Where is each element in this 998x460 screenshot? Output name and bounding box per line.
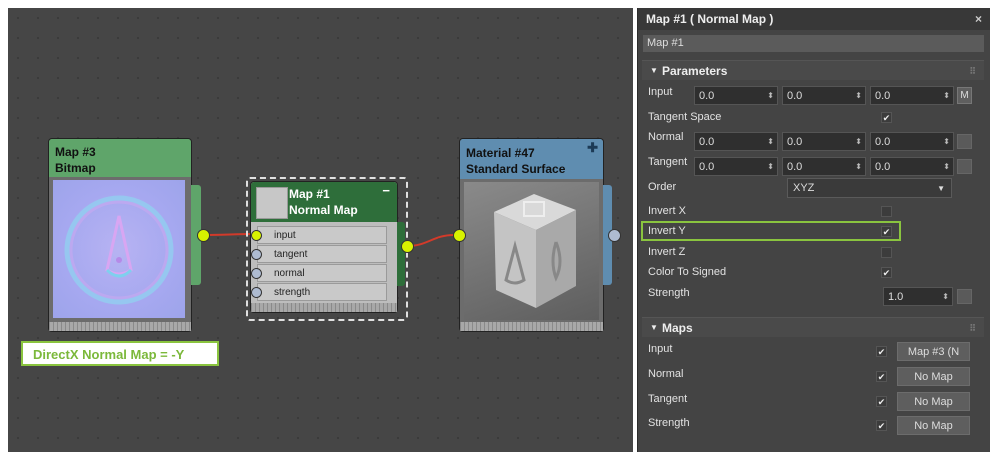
slot-normal[interactable]: normal <box>251 264 387 282</box>
maps-input-checkbox[interactable]: ✔ <box>876 346 887 357</box>
maps-strength-button[interactable]: No Map <box>897 416 970 435</box>
tangent-label: Tangent <box>648 156 688 168</box>
input-label: Input <box>648 86 673 98</box>
normal-map-node-footer <box>251 303 397 312</box>
normal-z-spinner[interactable]: 0.0 ⬍ <box>870 132 954 151</box>
plus-icon[interactable]: ✚ <box>587 140 598 156</box>
color-to-signed-label: Color To Signed <box>648 266 727 278</box>
maps-normal-label: Normal <box>648 368 684 380</box>
parameters-header-label: Parameters <box>662 64 728 78</box>
wire-normal-to-material <box>406 234 455 247</box>
order-value: XYZ <box>793 182 815 194</box>
slot-input[interactable]: input <box>251 226 387 244</box>
tangent-z-spinner[interactable]: 0.0 ⬍ <box>870 157 954 176</box>
normal-label: Normal <box>648 131 684 143</box>
tangent-map-slot-button[interactable] <box>957 159 972 174</box>
maps-tangent-checkbox[interactable]: ✔ <box>876 396 887 407</box>
slot-input-label: input <box>274 230 296 241</box>
normal-x-spinner[interactable]: 0.0 ⬍ <box>694 132 778 151</box>
collapse-icon[interactable]: − <box>382 183 390 198</box>
bitmap-output-port[interactable] <box>197 229 210 242</box>
maps-tangent-label: Tangent <box>648 393 688 405</box>
slot-normal-label: normal <box>274 268 305 279</box>
close-icon[interactable]: × <box>975 8 982 30</box>
material-preview <box>464 182 599 320</box>
input-z-spinner[interactable]: 0.0 ⬍ <box>870 86 954 105</box>
map-m-button[interactable]: M <box>957 87 972 104</box>
input-y-spinner[interactable]: 0.0 ⬍ <box>782 86 866 105</box>
invert-y-label: Invert Y <box>648 225 686 237</box>
parameters-rollout-header[interactable]: ▼ Parameters ⠿ <box>642 60 984 80</box>
invert-x-checkbox[interactable] <box>881 206 892 217</box>
grip-icon: ⠿ <box>969 66 976 76</box>
maps-header-label: Maps <box>662 321 693 335</box>
material-node-footer <box>460 322 603 331</box>
invert-y-checkbox[interactable]: ✔ <box>881 226 892 237</box>
normal-map-output-tab <box>397 222 405 286</box>
maps-normal-button[interactable]: No Map <box>897 367 970 386</box>
bitmap-node-title: Map #3 <box>55 145 96 159</box>
normal-map-slot-button[interactable] <box>957 134 972 149</box>
maps-tangent-button[interactable]: No Map <box>897 392 970 411</box>
map-name-field[interactable]: Map #1 <box>643 35 984 52</box>
input-x-spinner[interactable]: 0.0 ⬍ <box>694 86 778 105</box>
normal-port[interactable] <box>251 268 262 279</box>
material-node-title: Material #47 <box>466 146 535 160</box>
input-port[interactable] <box>251 230 262 241</box>
order-dropdown[interactable]: XYZ ▼ <box>787 178 952 198</box>
normal-map-texture <box>64 195 174 305</box>
cube-preview <box>494 194 576 308</box>
material-node[interactable]: Material #47 Standard Surface ✚ <box>453 139 621 331</box>
node-editor-canvas[interactable]: Map #3 Bitmap DirectX Normal Map = -Y Ma… <box>8 8 633 452</box>
material-node-type: Standard Surface <box>466 162 566 176</box>
tangent-space-label: Tangent Space <box>648 111 722 123</box>
bitmap-node-type: Bitmap <box>55 161 96 175</box>
maps-rollout-header[interactable]: ▼ Maps ⠿ <box>642 317 984 337</box>
invert-x-label: Invert X <box>648 205 686 217</box>
grip-icon: ⠿ <box>969 323 976 333</box>
normal-map-swatch <box>256 187 288 219</box>
strength-port[interactable] <box>251 287 262 298</box>
strength-label: Strength <box>648 287 690 299</box>
slot-tangent[interactable]: tangent <box>251 245 387 263</box>
strength-spinner[interactable]: 1.0 ⬍ <box>883 287 953 306</box>
slot-strength-label: strength <box>274 287 311 298</box>
panel-title: Map #1 ( Normal Map ) <box>646 12 774 26</box>
material-input-port[interactable] <box>453 229 466 242</box>
normal-y-spinner[interactable]: 0.0 ⬍ <box>782 132 866 151</box>
slot-strength[interactable]: strength <box>251 283 387 301</box>
bitmap-preview <box>53 180 185 318</box>
maps-input-label: Input <box>648 343 673 355</box>
normal-map-output-port[interactable] <box>401 240 414 253</box>
tangent-port[interactable] <box>251 249 262 260</box>
color-to-signed-checkbox[interactable]: ✔ <box>881 267 892 278</box>
tangent-y-spinner[interactable]: 0.0 ⬍ <box>782 157 866 176</box>
tangent-space-checkbox[interactable]: ✔ <box>881 112 892 123</box>
collapse-triangle-icon: ▼ <box>650 323 658 332</box>
maps-normal-checkbox[interactable]: ✔ <box>876 371 887 382</box>
tangent-x-spinner[interactable]: 0.0 ⬍ <box>694 157 778 176</box>
material-output-port[interactable] <box>608 229 621 242</box>
properties-panel: Map #1 ( Normal Map ) × Map #1 ▼ Paramet… <box>637 8 990 452</box>
collapse-triangle-icon: ▼ <box>650 66 658 75</box>
maps-input-button[interactable]: Map #3 (N <box>897 342 970 361</box>
invert-z-checkbox[interactable] <box>881 247 892 258</box>
order-label: Order <box>648 181 677 193</box>
chevron-down-icon: ▼ <box>937 184 945 193</box>
normal-map-node[interactable]: Map #1 Normal Map − input tangent normal… <box>251 182 414 312</box>
panel-title-bar: Map #1 ( Normal Map ) × <box>638 8 990 30</box>
slot-tangent-label: tangent <box>274 249 308 260</box>
maps-strength-checkbox[interactable]: ✔ <box>876 420 887 431</box>
invert-z-label: Invert Z <box>648 246 686 258</box>
strength-map-slot-button[interactable] <box>957 289 972 304</box>
normal-map-node-type: Normal Map <box>289 203 358 217</box>
normal-map-node-title: Map #1 <box>289 187 330 201</box>
maps-strength-label: Strength <box>648 417 690 429</box>
annotation-label: DirectX Normal Map = -Y <box>21 341 219 366</box>
bitmap-node-footer <box>49 322 191 331</box>
bitmap-node[interactable]: Map #3 Bitmap <box>49 139 210 331</box>
